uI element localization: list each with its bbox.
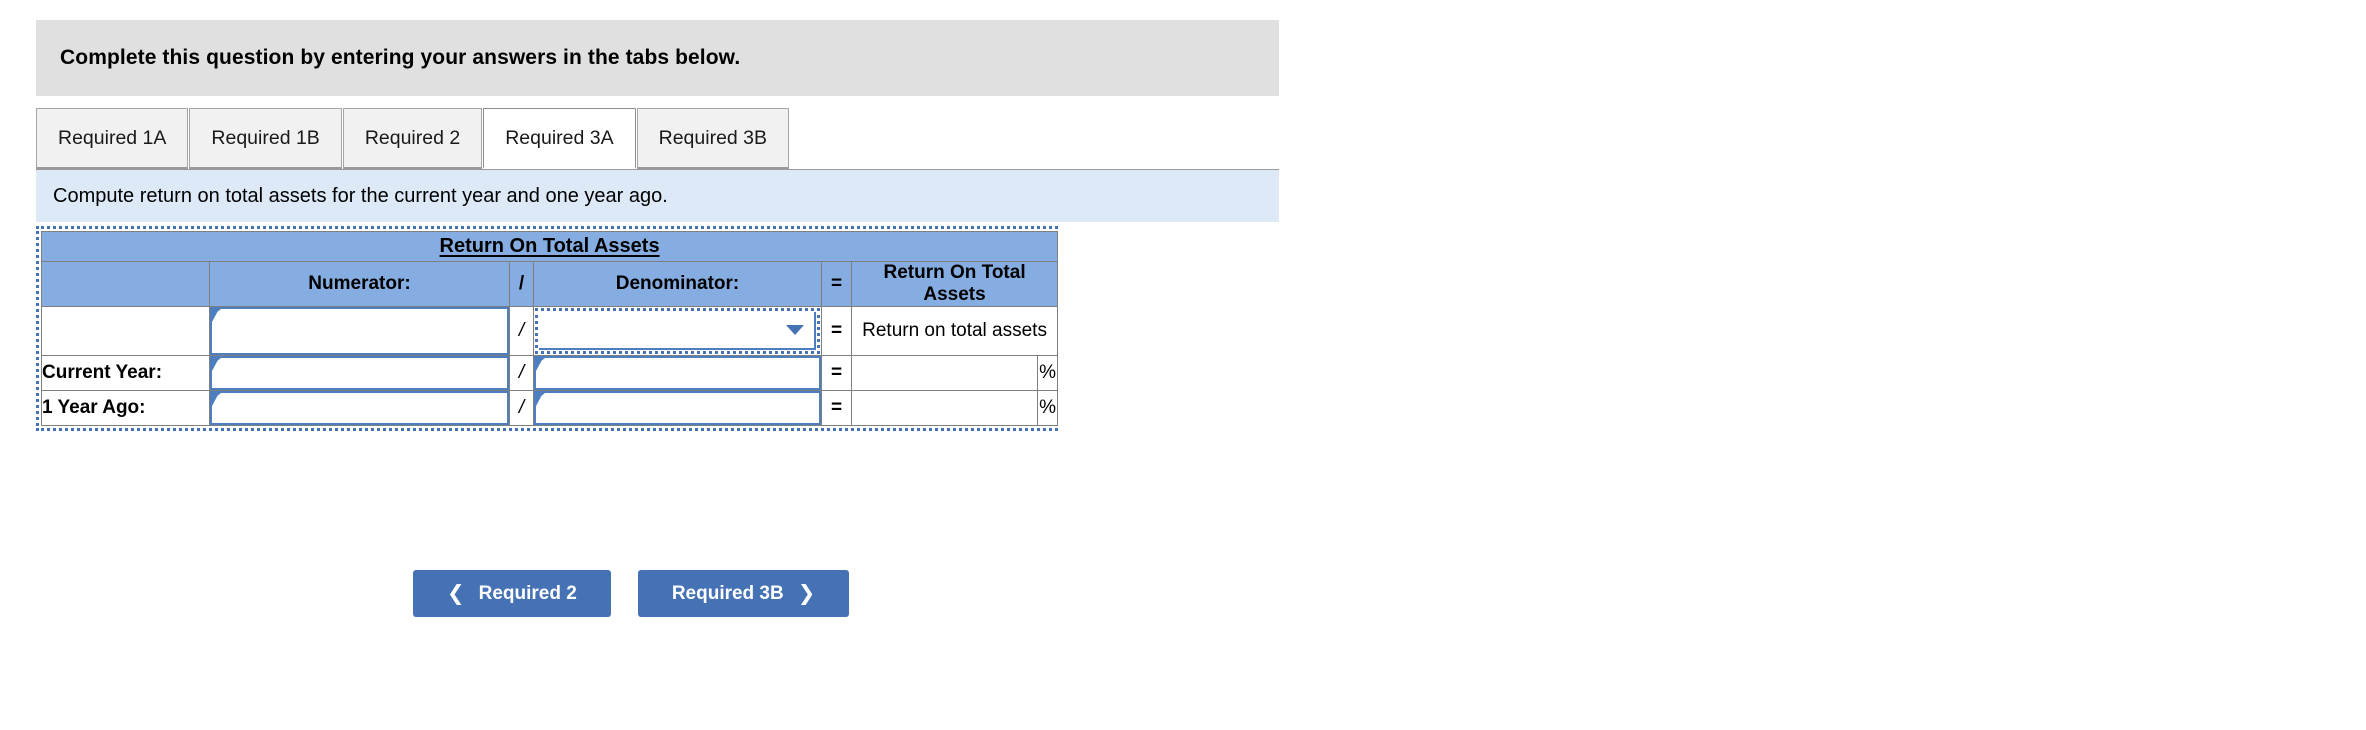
tab-required-3b[interactable]: Required 3B [636,108,790,169]
prev-requirement-label: Required 2 [478,582,577,604]
table-row: Current Year: / =% [41,355,1059,391]
numerator-field-wrap [210,391,509,425]
tab-label: Required 1A [58,126,167,149]
denominator-input[interactable] [536,393,819,423]
numerator-input[interactable] [212,309,507,353]
cell-flag-icon [212,393,221,406]
instruction-banner: Complete this question by entering your … [36,20,1279,96]
divide-symbol: / [509,355,534,391]
equals-symbol: = [821,355,852,391]
next-requirement-button[interactable]: Required 3B ❯ [637,570,850,617]
tab-required-3a[interactable]: Required 3A [483,108,636,169]
requirement-navigation: ❮ Required 2 Required 3B ❯ [413,570,850,617]
header-denominator: Denominator: [533,261,822,307]
tab-required-2[interactable]: Required 2 [342,108,483,169]
result-cell[interactable] [851,355,1038,391]
row-label: Current Year: [41,355,210,391]
header-slash: / [509,261,534,307]
worksheet-title-cell: Return On Total Assets [40,231,1059,262]
result-cell[interactable] [851,390,1038,426]
equals-symbol: = [821,306,852,356]
denominator-dropdown-highlight [535,308,820,354]
table-row: / = Return on total assets [41,306,1059,356]
worksheet-header-row: Numerator: / Denominator: = Return On To… [41,261,1059,307]
divide-symbol: / [509,390,534,426]
result-label: Return on total assets [850,306,1059,356]
row-label [41,306,210,356]
prev-requirement-button[interactable]: ❮ Required 2 [413,570,611,617]
denominator-dropdown[interactable] [539,312,816,350]
chevron-left-icon: ❮ [447,582,465,605]
answer-worksheet: Return On Total Assets Numerator: / Deno… [36,226,1059,431]
requirement-tabs: Required 1A Required 1B Required 2 Required… [36,108,1279,169]
denominator-input[interactable] [536,358,819,388]
divide-symbol: / [509,306,534,356]
tab-label: Required 3B [658,126,768,149]
worksheet-title: Return On Total Assets [439,235,660,257]
numerator-cell [209,390,510,426]
chevron-right-icon: ❯ [797,582,816,605]
worksheet-title-row: Return On Total Assets [40,231,1059,262]
cell-flag-icon [536,358,545,371]
percent-symbol: % [1036,355,1059,391]
denominator-cell [533,390,822,426]
numerator-field-wrap [210,356,509,390]
tab-required-1a[interactable]: Required 1A [36,108,189,169]
chevron-down-icon[interactable] [786,325,804,335]
tab-label: Required 3A [505,126,614,149]
header-equals: = [821,261,852,307]
numerator-cell [209,355,510,391]
header-numerator: Numerator: [209,261,510,307]
cell-flag-icon [212,309,221,322]
next-requirement-label: Required 3B [671,582,784,604]
numerator-cell [209,306,510,356]
requirement-instruction-bar: Compute return on total assets for the c… [36,170,1279,222]
percent-symbol: % [1036,390,1059,426]
tab-label: Required 2 [364,126,461,149]
return-on-total-assets-table: Return On Total Assets Numerator: / Deno… [40,231,1059,426]
tab-required-1b[interactable]: Required 1B [189,108,342,169]
denominator-cell [533,355,822,391]
question-workspace: Complete this question by entering your … [0,0,2366,730]
equals-symbol: = [821,390,852,426]
header-label [41,261,210,307]
numerator-input[interactable] [212,358,507,388]
denominator-field-wrap [534,391,821,425]
numerator-input[interactable] [212,393,507,423]
cell-flag-icon [536,393,545,406]
requirement-instruction-text: Compute return on total assets for the c… [53,184,668,207]
instruction-banner-text: Complete this question by entering your … [60,46,741,69]
denominator-cell [533,306,822,356]
numerator-field-wrap [210,307,509,355]
requirement-tabstrip: Required 1A Required 1B Required 2 Required… [36,108,1279,171]
denominator-field-wrap [534,356,821,390]
tab-label: Required 1B [211,126,320,149]
header-result: Return On Total Assets [850,261,1059,307]
cell-flag-icon [212,358,221,371]
table-row: 1 Year Ago: / =% [41,390,1059,426]
row-label: 1 Year Ago: [41,390,210,426]
